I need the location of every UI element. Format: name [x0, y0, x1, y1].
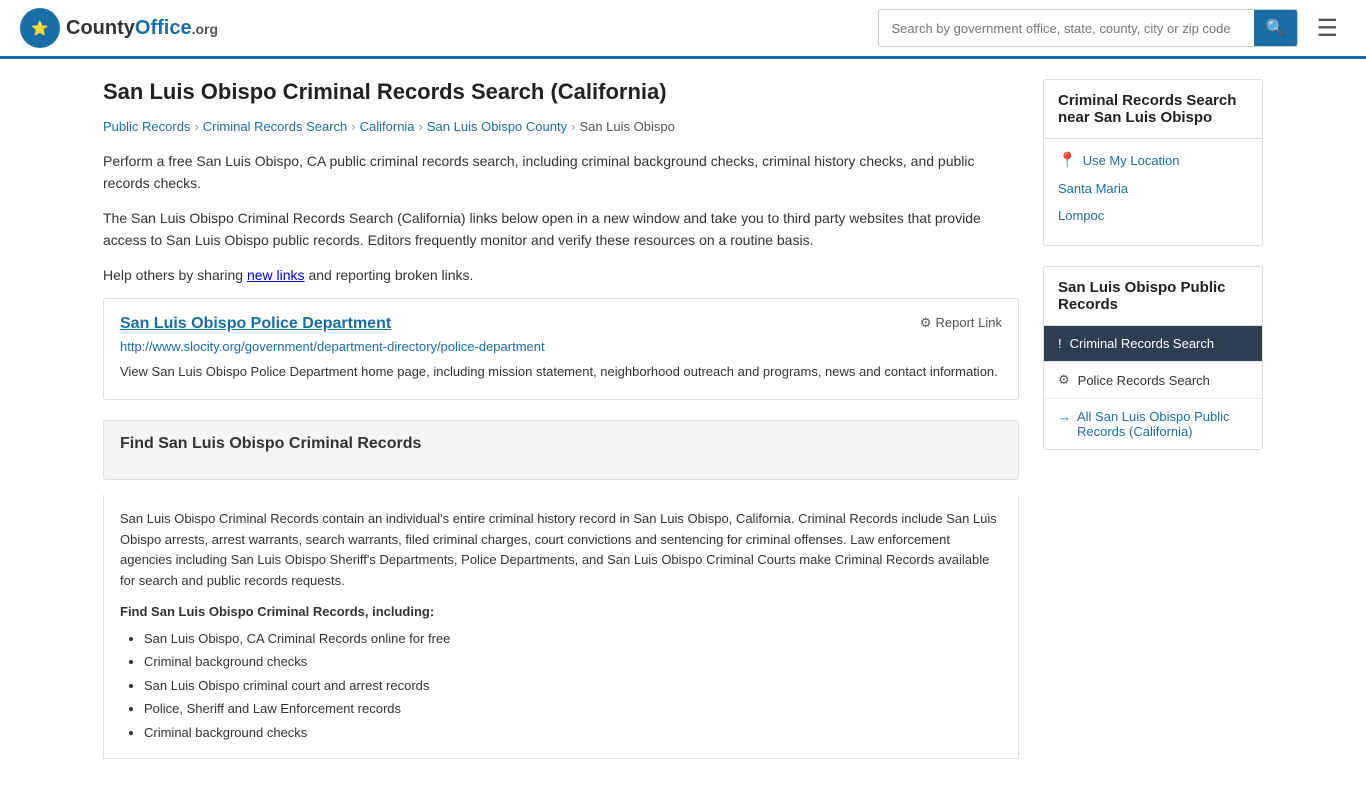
gear-icon: ⚙	[1058, 372, 1070, 388]
sidebar-menu-criminal-records[interactable]: ! Criminal Records Search	[1044, 326, 1262, 362]
find-including-label: Find San Luis Obispo Criminal Records, i…	[120, 604, 1002, 619]
search-bar: 🔍	[878, 9, 1298, 47]
intro-paragraph-2: The San Luis Obispo Criminal Records Sea…	[103, 207, 1019, 252]
logo-text: CountyOffice.org	[66, 17, 218, 40]
list-item: Criminal background checks	[144, 721, 1002, 744]
sidebar-card-nearby: Criminal Records Search near San Luis Ob…	[1043, 79, 1263, 246]
new-links-link[interactable]: new links	[247, 267, 305, 283]
list-item: Police, Sheriff and Law Enforcement reco…	[144, 697, 1002, 720]
list-item: Criminal background checks	[144, 650, 1002, 673]
pin-icon: 📍	[1058, 151, 1077, 169]
record-card-url[interactable]: http://www.slocity.org/government/depart…	[120, 339, 1002, 354]
svg-text:⭐: ⭐	[31, 20, 48, 36]
sidebar-card-public-records: San Luis Obispo Public Records ! Crimina…	[1043, 266, 1263, 450]
report-link-button[interactable]: ⚙ Report Link	[920, 315, 1002, 331]
search-input[interactable]	[879, 13, 1253, 44]
breadcrumb-california[interactable]: California	[360, 119, 415, 134]
find-section-description: San Luis Obispo Criminal Records contain…	[120, 509, 1002, 592]
breadcrumb-county[interactable]: San Luis Obispo County	[427, 119, 567, 134]
report-icon: ⚙	[920, 315, 932, 331]
hamburger-icon[interactable]: ☰	[1308, 10, 1346, 47]
sidebar-menu-label-3: All San Luis Obispo Public Records (Cali…	[1077, 409, 1248, 439]
sidebar-menu-label-1: Criminal Records Search	[1070, 336, 1215, 351]
list-item: San Luis Obispo, CA Criminal Records onl…	[144, 627, 1002, 650]
sidebar-menu-label-2: Police Records Search	[1078, 373, 1210, 388]
page-title: San Luis Obispo Criminal Records Search …	[103, 79, 1019, 105]
find-section-title: Find San Luis Obispo Criminal Records	[120, 435, 1002, 453]
report-link-label: Report Link	[936, 315, 1002, 330]
find-section-body: San Luis Obispo Criminal Records contain…	[103, 495, 1019, 759]
record-card-title[interactable]: San Luis Obispo Police Department	[120, 315, 391, 333]
breadcrumb: Public Records › Criminal Records Search…	[103, 119, 1019, 134]
sidebar-menu-all-records[interactable]: → All San Luis Obispo Public Records (Ca…	[1044, 399, 1262, 449]
logo-icon: ⭐	[20, 8, 60, 48]
sidebar-card1-title: Criminal Records Search near San Luis Ob…	[1044, 80, 1262, 139]
intro-paragraph-3: Help others by sharing new links and rep…	[103, 264, 1019, 286]
main-container: San Luis Obispo Criminal Records Search …	[83, 59, 1283, 795]
content-area: San Luis Obispo Criminal Records Search …	[103, 79, 1019, 775]
intro-paragraph-1: Perform a free San Luis Obispo, CA publi…	[103, 150, 1019, 195]
arrow-icon: →	[1058, 409, 1071, 424]
sidebar-city-lompoc[interactable]: Lompoc	[1058, 206, 1248, 225]
logo-area: ⭐ CountyOffice.org	[20, 8, 218, 48]
use-my-location-link[interactable]: Use My Location	[1083, 153, 1180, 168]
record-card: San Luis Obispo Police Department ⚙ Repo…	[103, 298, 1019, 400]
sidebar-card2-title: San Luis Obispo Public Records	[1044, 267, 1262, 326]
record-card-description: View San Luis Obispo Police Department h…	[120, 362, 1002, 383]
find-section: Find San Luis Obispo Criminal Records	[103, 420, 1019, 480]
exclamation-icon: !	[1058, 336, 1062, 351]
use-my-location-row: 📍 Use My Location	[1058, 151, 1248, 169]
list-item: San Luis Obispo criminal court and arres…	[144, 674, 1002, 697]
header-right: 🔍 ☰	[878, 9, 1346, 47]
sidebar: Criminal Records Search near San Luis Ob…	[1043, 79, 1263, 775]
breadcrumb-city: San Luis Obispo	[579, 119, 674, 134]
find-list: San Luis Obispo, CA Criminal Records onl…	[120, 627, 1002, 744]
breadcrumb-criminal-records-search[interactable]: Criminal Records Search	[203, 119, 348, 134]
search-button[interactable]: 🔍	[1254, 10, 1298, 46]
sidebar-menu-police-records[interactable]: ⚙ Police Records Search	[1044, 362, 1262, 399]
header: ⭐ CountyOffice.org 🔍 ☰	[0, 0, 1366, 59]
breadcrumb-public-records[interactable]: Public Records	[103, 119, 190, 134]
sidebar-city-santa-maria[interactable]: Santa Maria	[1058, 179, 1248, 198]
sidebar-card1-body: 📍 Use My Location Santa Maria Lompoc	[1044, 139, 1262, 245]
